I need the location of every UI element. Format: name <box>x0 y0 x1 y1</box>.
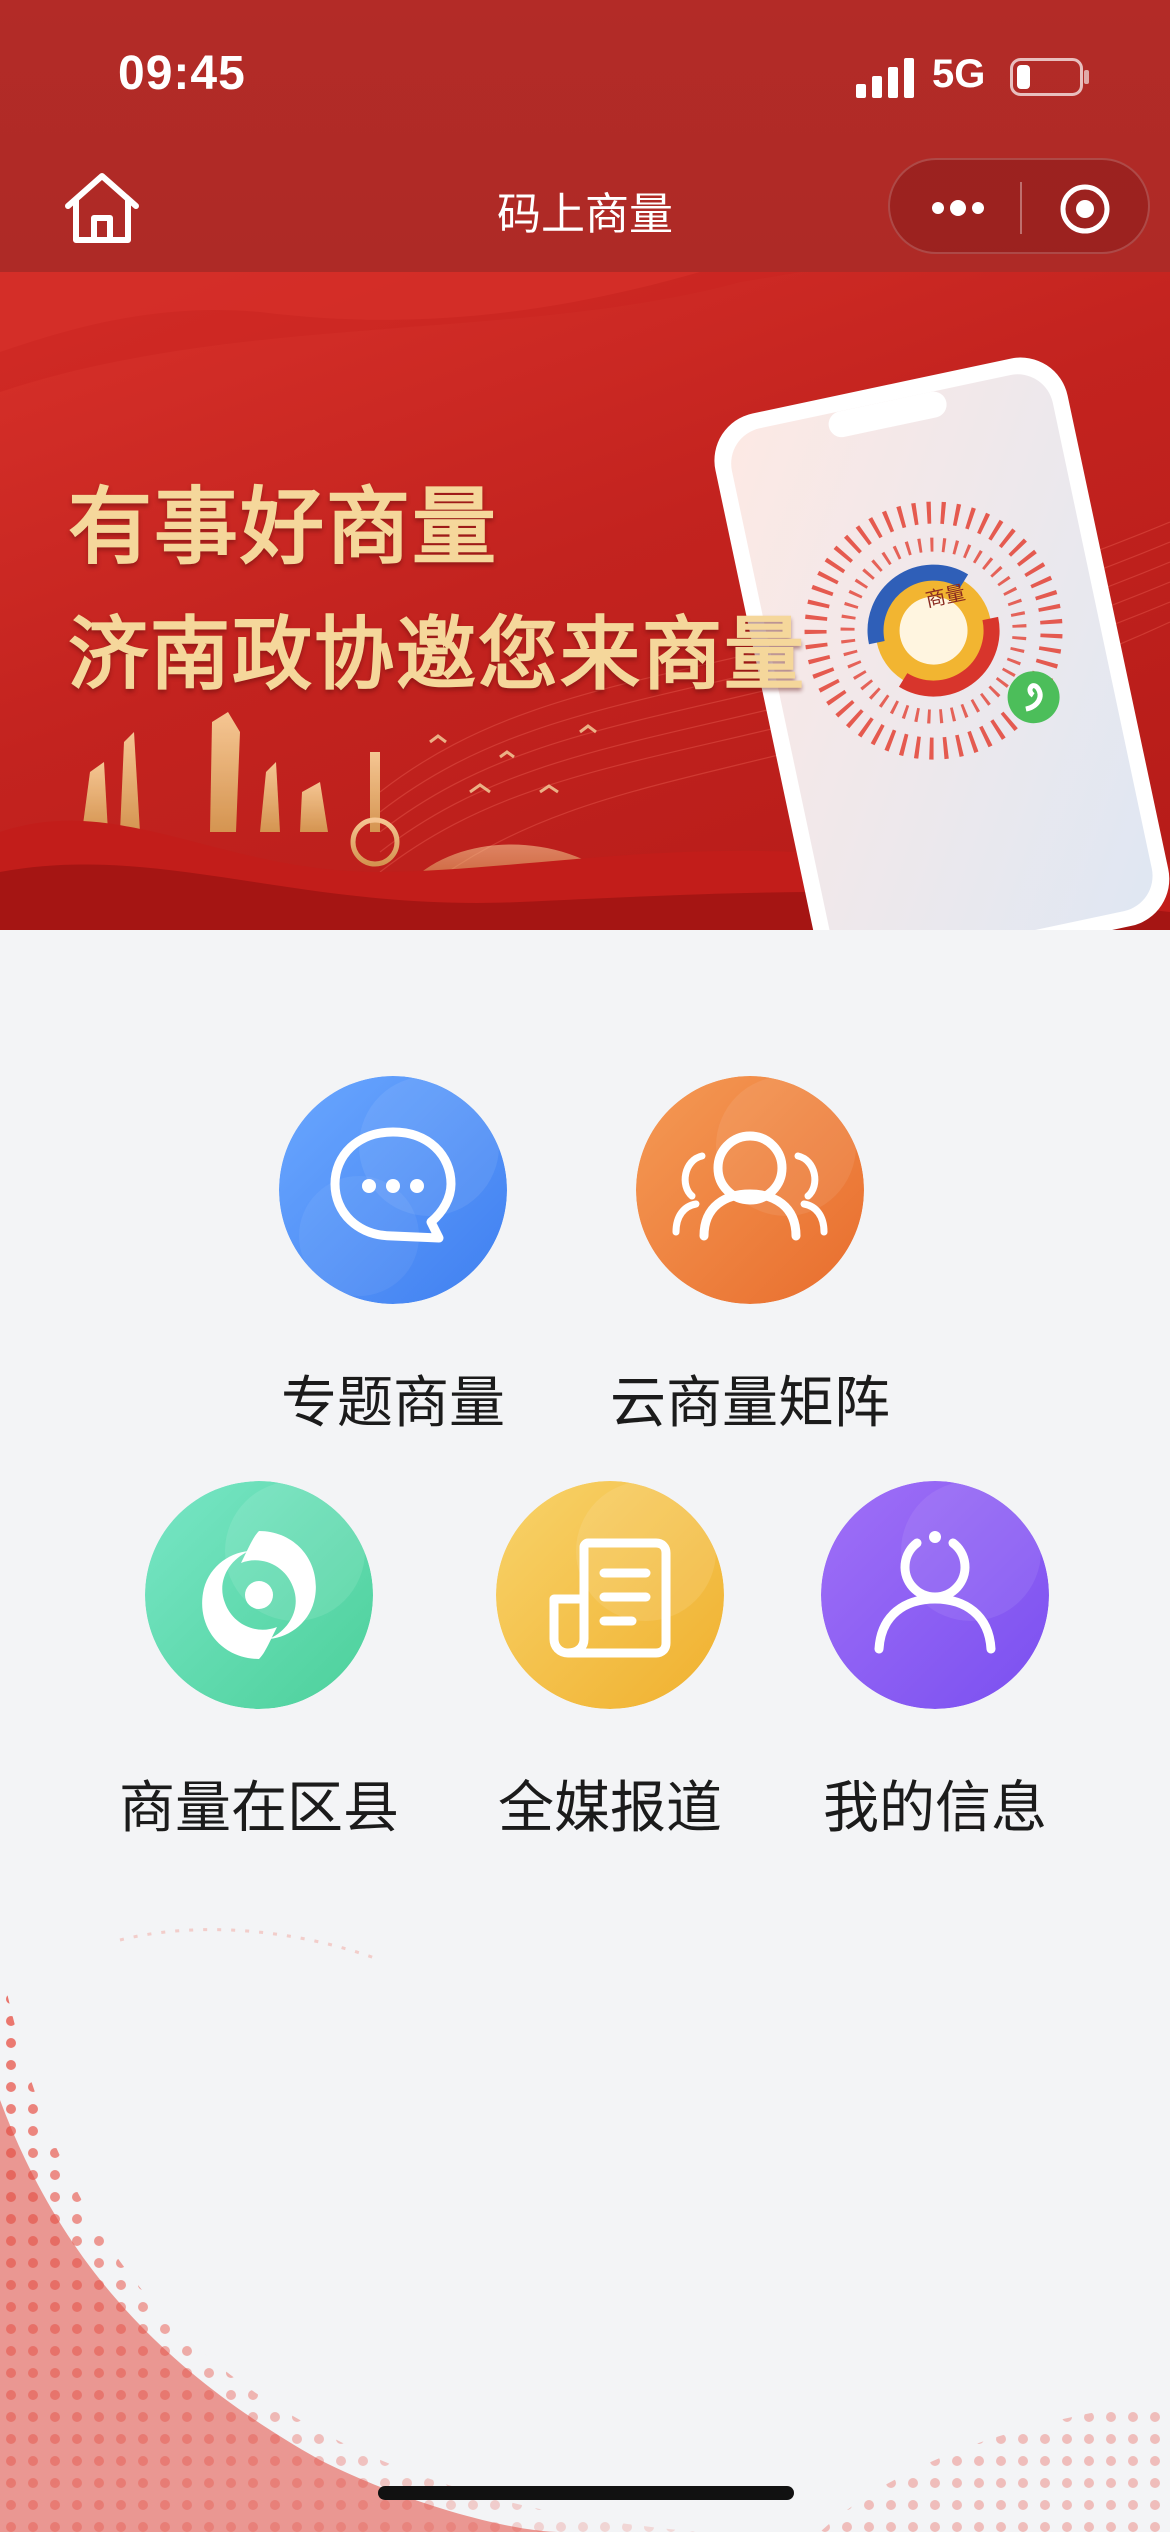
more-icon[interactable] <box>928 184 988 232</box>
news-document-icon <box>496 1481 724 1709</box>
banner-subheadline: 济南政协邀您来商量 <box>68 607 806 701</box>
menu-label: 云商量矩阵 <box>610 1371 890 1436</box>
banner-headline: 有事好商量 <box>68 477 499 576</box>
menu-label: 商量在区县 <box>119 1776 399 1841</box>
decorative-dot-wave <box>0 1928 1170 2532</box>
mini-program-capsule <box>888 158 1150 254</box>
chat-bubble-icon <box>279 1076 507 1304</box>
menu-label: 专题商量 <box>281 1371 505 1436</box>
signal-icon <box>856 58 914 98</box>
menu-label: 我的信息 <box>823 1776 1047 1841</box>
menu-label: 全媒报道 <box>498 1776 722 1841</box>
capsule-divider <box>1020 182 1022 234</box>
home-indicator <box>378 2486 794 2500</box>
battery-icon <box>1010 58 1089 96</box>
top-bar: 09:45 5G 码上商量 <box>0 0 1170 272</box>
promo-banner[interactable]: 有事好商量 济南政协邀您来商量 商量 <box>0 272 1170 930</box>
swirl-icon <box>145 1481 373 1709</box>
group-people-icon <box>636 1076 864 1304</box>
close-target-icon[interactable] <box>1058 182 1112 236</box>
network-type: 5G <box>932 52 986 96</box>
status-time: 09:45 <box>118 47 246 100</box>
user-profile-icon <box>821 1481 1049 1709</box>
